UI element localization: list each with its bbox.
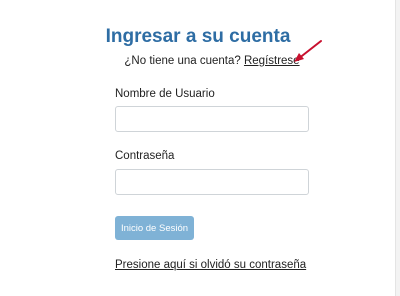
red-arrow-icon: [294, 40, 322, 62]
register-prompt: ¿No tiene una cuenta? Regístrese: [0, 55, 400, 67]
forgot-password-link[interactable]: Presione aquí si olvidó su contraseña: [115, 259, 306, 271]
password-field[interactable]: [115, 169, 309, 195]
no-account-text: ¿No tiene una cuenta?: [124, 55, 241, 67]
login-button[interactable]: Inicio de Sesión: [115, 216, 194, 240]
username-label: Nombre de Usuario: [115, 88, 215, 100]
login-panel: Ingresar a su cuenta ¿No tiene una cuent…: [0, 0, 396, 296]
username-field[interactable]: [115, 106, 309, 132]
password-label: Contraseña: [115, 150, 175, 162]
page-title: Ingresar a su cuenta: [105, 26, 291, 47]
